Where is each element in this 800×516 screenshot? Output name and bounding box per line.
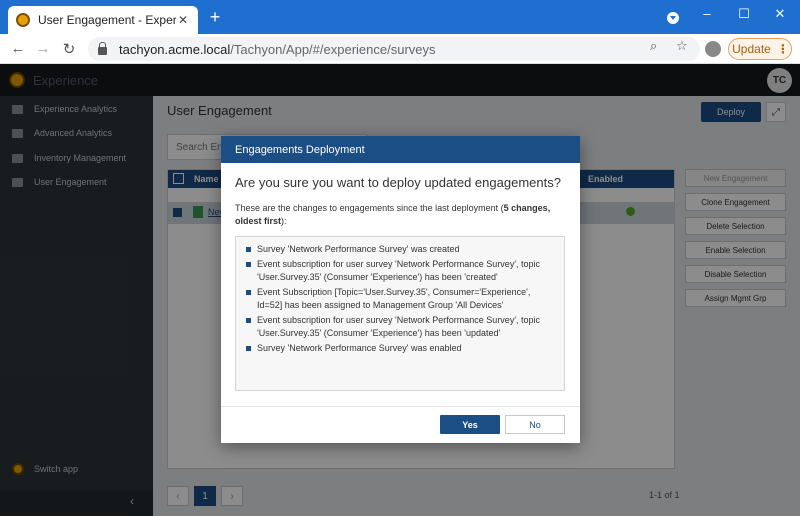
reload-icon[interactable]: ↻ — [60, 40, 78, 58]
list-item: Event subscription for user survey 'Netw… — [246, 258, 556, 284]
list-item: Event Subscription [Topic='User.Survey.3… — [246, 286, 556, 312]
profile-icon[interactable] — [705, 41, 721, 57]
browser-toolbar: ← → ↻ tachyon.acme.local /Tachyon/App/#/… — [0, 34, 800, 64]
zoom-icon[interactable]: ⌕ — [650, 38, 657, 54]
list-item: Survey 'Network Performance Survey' was … — [246, 243, 556, 256]
favicon-icon — [16, 13, 30, 27]
intro-text: These are the changes to engagements sin… — [235, 203, 504, 213]
update-label: Update — [732, 42, 771, 56]
forward-icon[interactable]: → — [34, 40, 52, 57]
close-tab-icon[interactable]: ✕ — [176, 13, 190, 27]
dialog-title: Engagements Deployment — [221, 136, 580, 163]
browser-profile-icon[interactable] — [667, 12, 679, 24]
dialog-intro: These are the changes to engagements sin… — [235, 202, 565, 228]
back-icon[interactable]: ← — [9, 40, 27, 57]
yes-button[interactable]: Yes — [440, 415, 500, 434]
dialog-question: Are you sure you want to deploy updated … — [235, 175, 561, 190]
browser-tab[interactable]: User Engagement - Experience ✕ — [8, 6, 198, 34]
lock-icon — [98, 42, 107, 55]
new-tab-button[interactable]: + — [206, 8, 224, 26]
list-item: Survey 'Network Performance Survey' was … — [246, 342, 556, 355]
deployment-dialog: Engagements Deployment Are you sure you … — [221, 136, 580, 443]
url-path: /Tachyon/App/#/experience/surveys — [230, 41, 436, 57]
minimize-icon[interactable]: – — [697, 6, 717, 21]
list-item: Event subscription for user survey 'Netw… — [246, 314, 556, 340]
changes-list: Survey 'Network Performance Survey' was … — [235, 236, 565, 391]
star-icon[interactable]: ☆ — [676, 38, 688, 54]
update-button[interactable]: Update ⋮ — [728, 38, 792, 60]
menu-icon: ⋮ — [776, 42, 789, 56]
maximize-icon[interactable]: ☐ — [734, 6, 754, 22]
dialog-footer: Yes No — [221, 406, 580, 443]
url-host: tachyon.acme.local — [119, 41, 231, 57]
no-button[interactable]: No — [505, 415, 565, 434]
close-window-icon[interactable]: ✕ — [770, 6, 790, 22]
intro-end: ): — [281, 216, 287, 226]
address-bar[interactable]: tachyon.acme.local /Tachyon/App/#/experi… — [88, 37, 700, 61]
browser-titlebar: User Engagement - Experience ✕ + – ☐ ✕ — [0, 0, 800, 34]
tab-title: User Engagement - Experience — [38, 13, 176, 27]
